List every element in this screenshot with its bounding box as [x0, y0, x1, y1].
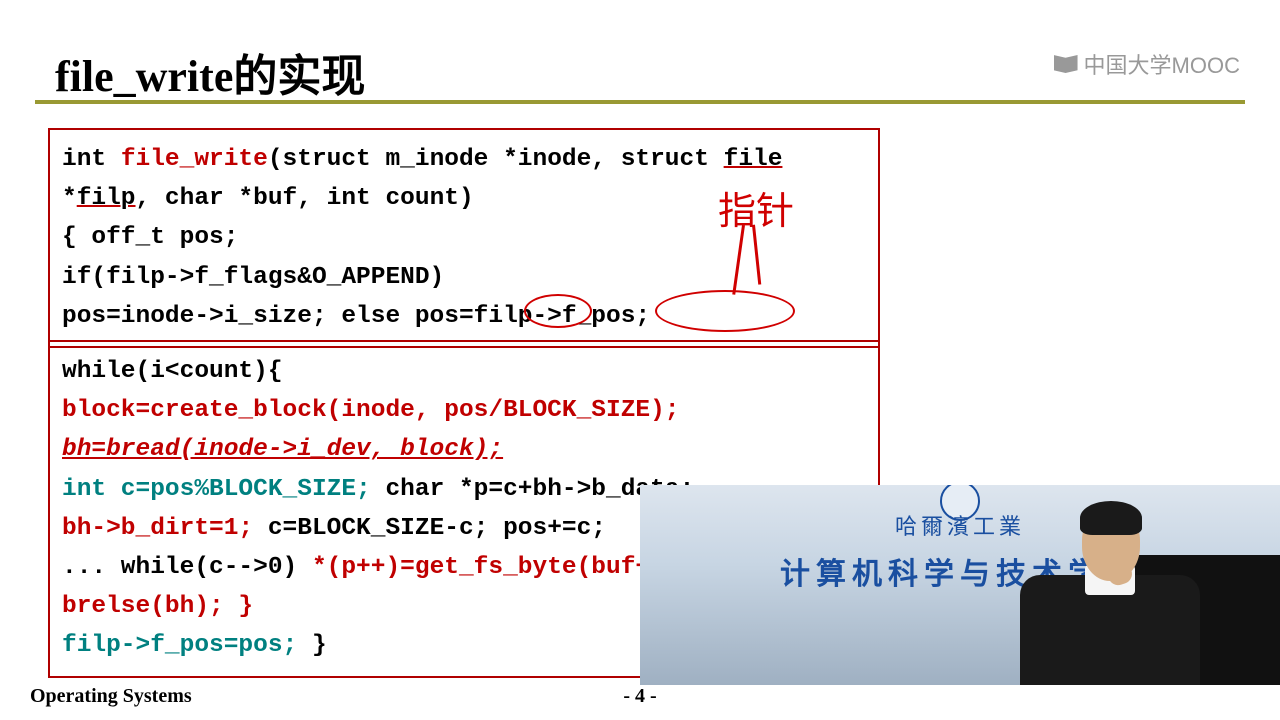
code-text: if(filp->f_flags&O_APPEND): [62, 258, 866, 297]
logo-text: 中国大学MOOC: [1084, 48, 1240, 80]
code-text: *: [62, 185, 77, 212]
code-text: while(i<count){: [62, 352, 866, 391]
book-icon: [1054, 55, 1078, 73]
code-text: pos=filp->f_pos;: [415, 303, 650, 330]
title-underline: [35, 100, 1245, 104]
code-text: c=BLOCK_SIZE-c; pos+=c;: [253, 515, 606, 542]
footer-course: Operating Systems: [30, 685, 192, 708]
code-text: int: [62, 146, 121, 173]
code-text: file_write: [121, 146, 268, 173]
code-text: bh->b_dirt=1;: [62, 515, 253, 542]
code-text: file: [724, 146, 783, 173]
code-block-1: int file_write(struct m_inode *inode, st…: [48, 128, 880, 348]
code-text: ... while(c-->0): [62, 554, 312, 581]
presenter-video: 哈爾濱工業 计算机科学与技术学院: [640, 485, 1280, 685]
code-text: , char *buf, int count): [136, 185, 474, 212]
code-text: filp: [77, 185, 136, 212]
handwritten-annotation: 指针: [718, 180, 794, 235]
code-text: *(p++)=get_fs_byte(buf++);: [312, 554, 694, 581]
code-text: bh=bread(inode->i_dev, block);: [62, 430, 866, 469]
code-text: int c=pos%BLOCK_SIZE;: [62, 476, 371, 503]
code-text: filp->f_pos=pos;: [62, 632, 297, 659]
footer-page: - 4 -: [623, 685, 656, 708]
presenter-figure: [990, 485, 1220, 685]
mooc-logo: 中国大学MOOC: [1054, 48, 1240, 80]
code-text: }: [297, 632, 326, 659]
code-text: block=create_block(inode, pos/BLOCK_SIZE…: [62, 391, 866, 430]
slide-title: file_write的实现: [55, 40, 365, 104]
code-text: pos=inode->i_size; else: [62, 303, 415, 330]
code-text: (struct m_inode *inode, struct: [268, 146, 724, 173]
